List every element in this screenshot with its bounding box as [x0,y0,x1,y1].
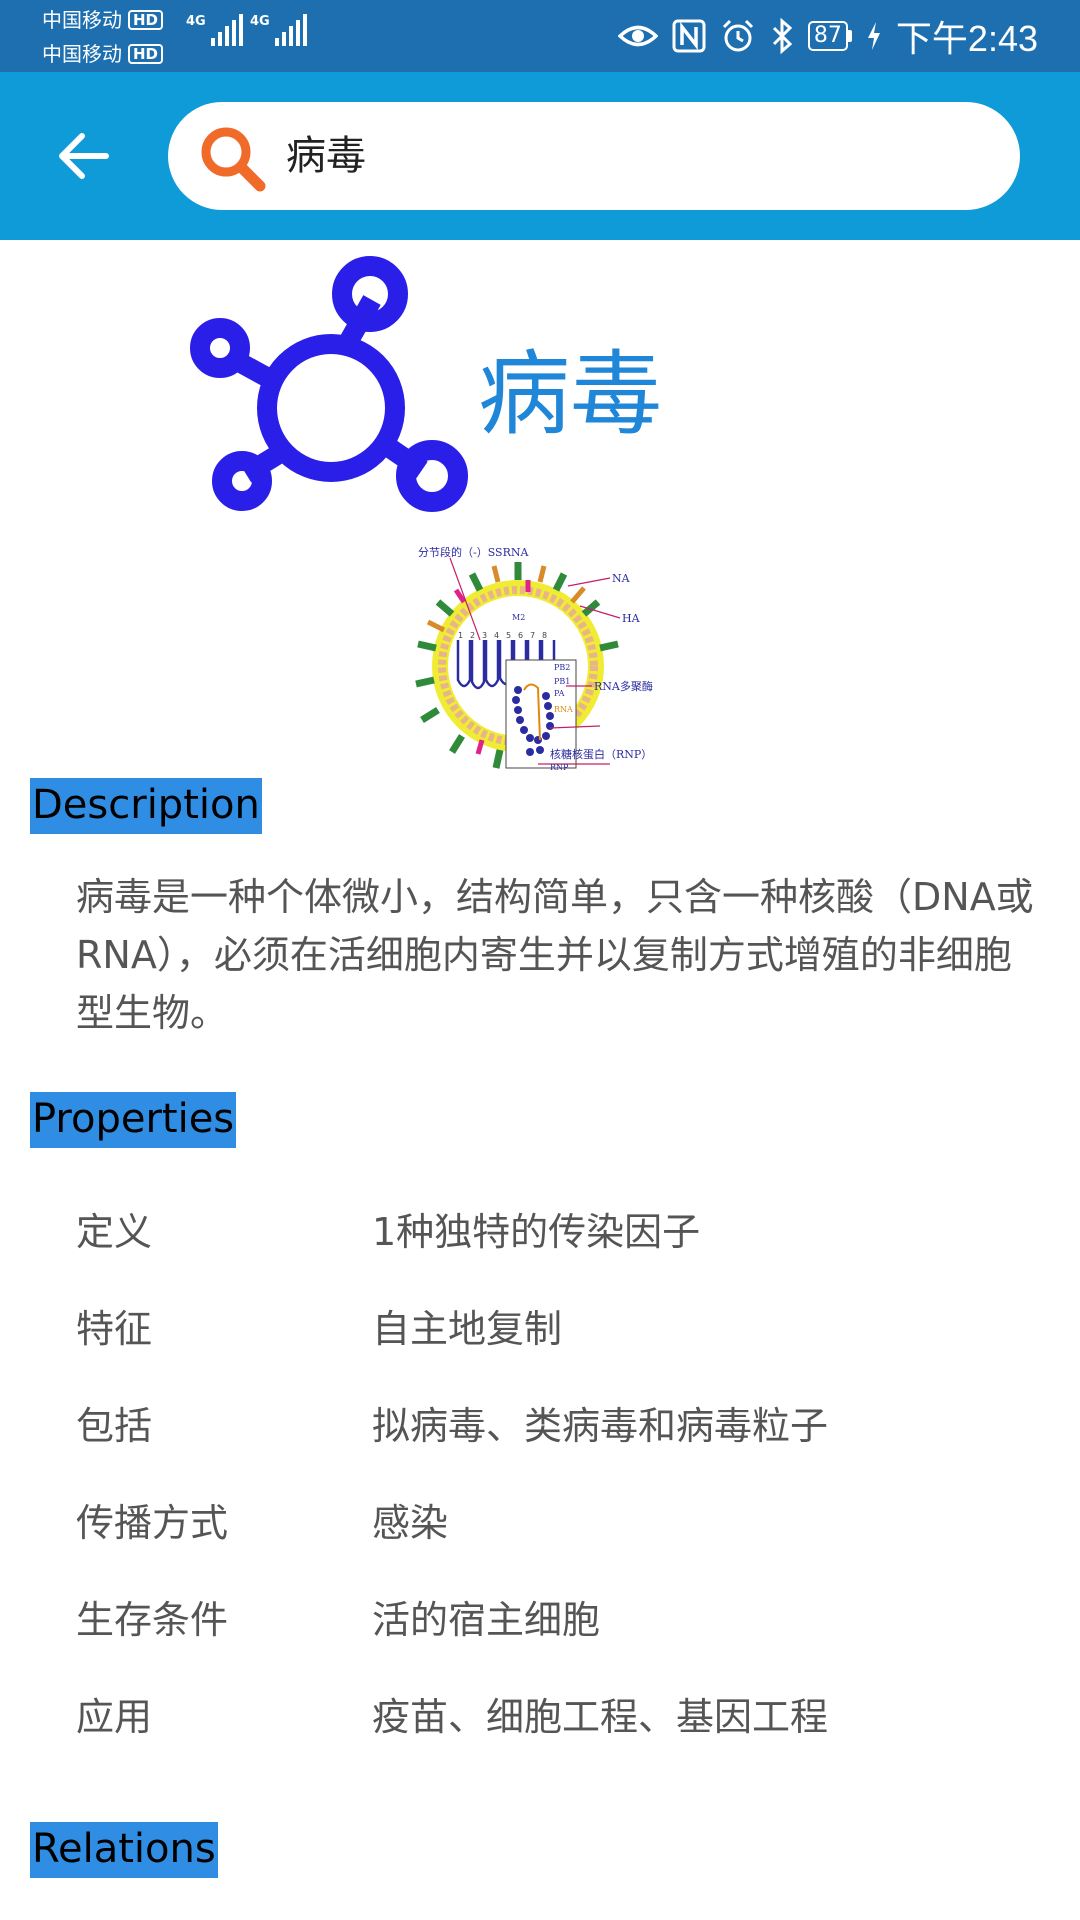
charging-icon [867,22,880,50]
segment-label: 4 [494,631,499,640]
property-key: 应用 [76,1695,153,1739]
battery-icon: 87 [807,21,852,51]
description-text: 病毒是一种个体微小，结构简单，只含一种核酸（DNA或RNA），必须在活细胞内寄生… [76,875,1034,1035]
property-value: 1种独特的传染因子 [372,1210,701,1254]
battery-level: 87 [807,21,848,51]
property-row: 包括 拟病毒、类病毒和病毒粒子 [76,1374,1036,1471]
diagram-label-na: NA [612,572,631,585]
property-value: 疫苗、细胞工程、基因工程 [372,1695,829,1739]
diagram-label-m2: M2 [512,613,525,622]
segment-label: 5 [506,631,511,640]
diagram-label-rna: RNA [554,705,573,714]
bluetooth-icon [772,18,793,54]
hd-badge-2: HD [128,44,164,64]
hd-badge-1: HD [128,10,164,30]
status-bar: 中国移动 HD 中国移动 HD 4G 4G 87 下午2:43 [0,0,1080,72]
property-row: 应用 疫苗、细胞工程、基因工程 [76,1665,1036,1762]
section-label-relations: Relations [30,1822,218,1878]
segment-label: 8 [542,631,547,640]
property-value: 自主地复制 [372,1307,563,1351]
property-row: 定义 1种独特的传染因子 [76,1180,1036,1277]
property-row: 传播方式 感染 [76,1471,1036,1568]
property-key: 传播方式 [76,1501,229,1545]
alarm-icon [722,19,753,52]
virus-structure-diagram: 分节段的（-）SSRNA NA HA RNA多聚酶 核糖核蛋白（RNP） M2 … [415,545,653,772]
status-icons: 87 下午2:43 [617,12,1038,60]
search-input[interactable]: 病毒 [286,102,366,210]
carrier-line-1: 中国移动 HD [42,8,164,32]
property-key: 定义 [76,1210,153,1254]
diagram-label-rnp: 核糖核蛋白（RNP） [550,747,652,761]
segment-label: 1 [458,631,463,640]
diagram-label-ha: HA [622,612,641,625]
signal-icon-1: 4G [186,14,243,46]
segment-label: 3 [482,631,487,640]
carrier-name-1: 中国移动 [42,8,122,32]
eye-icon [617,25,658,47]
property-key: 生存条件 [76,1598,229,1642]
diagram-label-pb1: PB1 [554,677,570,686]
section-label-properties: Properties [30,1092,237,1148]
property-value: 拟病毒、类病毒和病毒粒子 [372,1404,829,1448]
section-label-description: Description [30,778,262,834]
property-key: 包括 [76,1404,153,1448]
signal-icon-2: 4G [250,14,307,46]
property-row: 特征 自主地复制 [76,1277,1036,1374]
carrier-line-2: 中国移动 HD [42,42,164,66]
segment-label: 7 [530,631,535,640]
property-row: 生存条件 活的宿主细胞 [76,1568,1036,1665]
diagram-label-rnp-short: RNP [550,763,569,772]
diagram-label-polymerase: RNA多聚酶 [594,679,653,693]
search-icon [201,127,266,192]
nfc-icon [672,19,706,53]
diagram-label-pa: PA [554,689,565,698]
carrier-name-2: 中国移动 [42,42,122,66]
segment-label: 6 [518,631,523,640]
virus-molecule-icon [190,256,468,512]
property-value: 感染 [372,1501,449,1545]
diagram-label-pb2: PB2 [554,663,570,672]
app-bar: 病毒 [0,72,1080,240]
property-key: 特征 [76,1307,153,1351]
properties-list: 定义 1种独特的传染因子 特征 自主地复制 包括 拟病毒、类病毒和病毒粒子 传播… [76,1180,1036,1762]
segment-label: 2 [470,631,475,640]
clock: 下午2:43 [895,18,1038,59]
diagram-label-ssrna: 分节段的（-）SSRNA [418,545,530,559]
back-button[interactable] [52,124,116,188]
search-field[interactable]: 病毒 [168,102,1020,210]
arrow-left-icon [59,133,109,179]
network-type-2: 4G [250,14,270,29]
network-type-1: 4G [186,14,206,29]
property-value: 活的宿主细胞 [372,1598,601,1642]
entity-title: 病毒 [478,341,663,448]
